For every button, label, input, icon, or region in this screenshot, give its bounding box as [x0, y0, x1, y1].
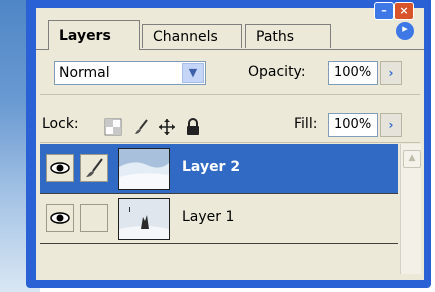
- layer-thumbnail: [118, 198, 170, 240]
- brush-lock-icon[interactable]: [132, 118, 150, 136]
- opacity-input[interactable]: 100%: [328, 61, 378, 85]
- eye-icon: [50, 162, 70, 174]
- layer-name[interactable]: Layer 2: [182, 159, 240, 175]
- tab-channels[interactable]: Channels: [142, 24, 242, 48]
- close-button[interactable]: ×: [394, 2, 414, 20]
- fill-label: Fill:: [294, 116, 318, 132]
- visibility-toggle[interactable]: [46, 204, 74, 232]
- minimize-button[interactable]: –: [374, 2, 394, 20]
- palette-menu-button[interactable]: ▸: [396, 22, 414, 40]
- palette-tabs: Layers Channels Paths: [40, 20, 420, 50]
- lock-label: Lock:: [42, 116, 79, 132]
- tab-paths[interactable]: Paths: [245, 24, 331, 48]
- window-frame: – × Layers Channels Paths ▸ Normal ▼ Opa…: [26, 0, 431, 288]
- fill-slider-arrow-icon[interactable]: ›: [380, 113, 402, 137]
- link-toggle[interactable]: [80, 204, 108, 232]
- layer-thumbnail: [118, 148, 170, 190]
- padlock-icon[interactable]: [184, 118, 202, 136]
- brush-icon: [86, 158, 103, 177]
- row-divider: [40, 94, 420, 95]
- blend-mode-select[interactable]: Normal ▼: [54, 61, 206, 85]
- layer-row-layer-2[interactable]: Layer 2: [40, 144, 398, 194]
- opacity-label: Opacity:: [248, 64, 306, 80]
- row-divider: [40, 142, 420, 143]
- fill-input[interactable]: 100%: [328, 113, 378, 137]
- scroll-up-icon[interactable]: ▲: [403, 150, 421, 168]
- visibility-toggle[interactable]: [46, 154, 74, 182]
- layer-row-layer-1[interactable]: Layer 1: [40, 194, 398, 244]
- blend-mode-value: Normal: [59, 65, 110, 81]
- opacity-slider-arrow-icon[interactable]: ›: [380, 61, 402, 85]
- eye-icon: [50, 212, 70, 224]
- link-toggle[interactable]: [80, 154, 108, 182]
- layers-palette: – × Layers Channels Paths ▸ Normal ▼ Opa…: [36, 2, 424, 280]
- layers-scrollbar[interactable]: ▲: [400, 144, 421, 274]
- layers-list: Layer 2 Layer 1: [40, 144, 398, 274]
- move-lock-icon[interactable]: [158, 118, 176, 136]
- layer-name[interactable]: Layer 1: [182, 209, 234, 225]
- tab-layers[interactable]: Layers: [48, 20, 140, 50]
- chevron-down-icon[interactable]: ▼: [182, 63, 204, 83]
- transparency-lock-icon[interactable]: [104, 118, 122, 136]
